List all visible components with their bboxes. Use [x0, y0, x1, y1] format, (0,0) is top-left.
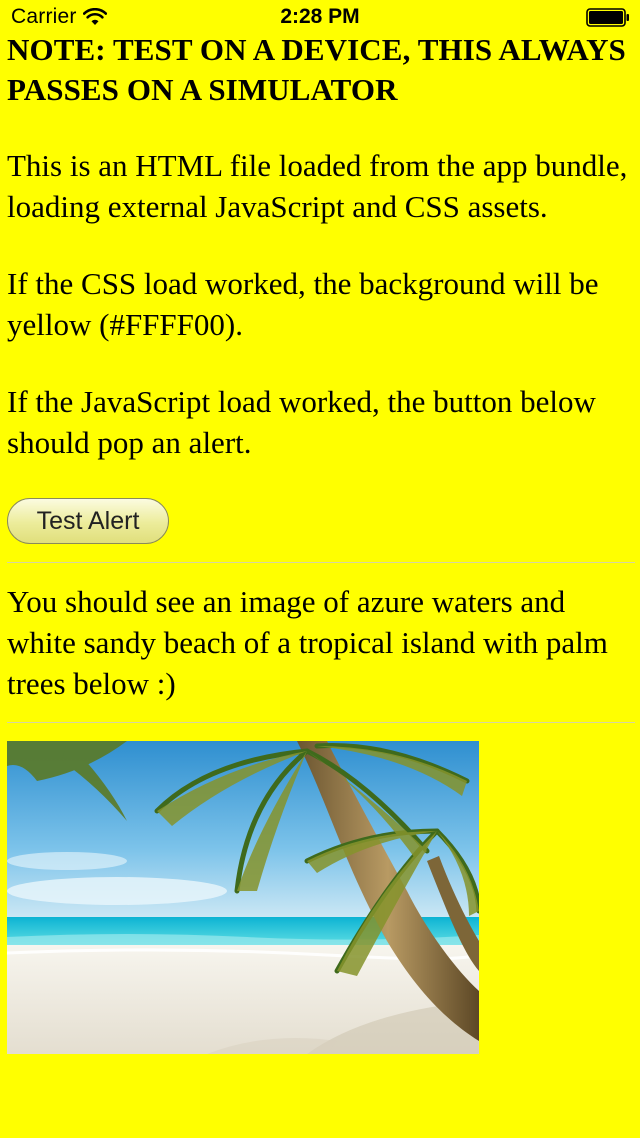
status-time: 2:28 PM	[280, 5, 360, 28]
battery-icon	[586, 8, 629, 27]
image-paragraph: You should see an image of azure waters …	[7, 584, 608, 701]
test-alert-button[interactable]: Test Alert	[7, 498, 169, 544]
css-paragraph: If the CSS load worked, the background w…	[7, 266, 599, 342]
intro-paragraph: This is an HTML file loaded from the app…	[7, 148, 628, 224]
beach-image	[7, 741, 479, 1054]
divider	[7, 562, 635, 563]
page-heading: NOTE: TEST ON A DEVICE, THIS ALWAYS PASS…	[7, 32, 626, 107]
divider	[7, 722, 635, 723]
page-content: NOTE: TEST ON A DEVICE, THIS ALWAYS PASS…	[7, 30, 635, 1054]
js-paragraph: If the JavaScript load worked, the butto…	[7, 384, 596, 460]
